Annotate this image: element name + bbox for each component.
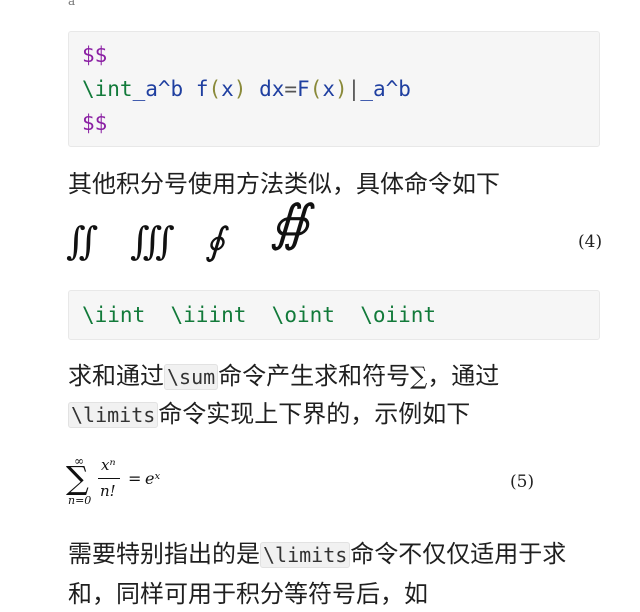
eq5-rhs: eˣ [145, 469, 161, 488]
code-bar: | [347, 77, 361, 101]
code-oint: \oint [271, 303, 335, 327]
code-int-limits: _a^b [132, 77, 184, 101]
code-eval-limits: _a^b [360, 77, 411, 101]
eq5-equals: = [128, 469, 142, 488]
code-equals: = [284, 77, 298, 101]
sum-text-3: ，通过 [427, 362, 500, 390]
double-integral-symbol: ∬ [66, 219, 99, 263]
surface-integral-symbol: ∯ [270, 194, 310, 252]
paragraph-other-integrals: 其他积分号使用方法类似，具体命令如下 [68, 170, 500, 198]
paragraph-note-line1: 需要特别指出的是 \limits 命令不仅仅适用于求 [68, 536, 608, 573]
code-paren-close: ) [233, 77, 247, 101]
code-x-2: x [322, 77, 336, 101]
code-f: f [195, 77, 209, 101]
code-oiint: \oiint [360, 303, 437, 327]
inline-code-limits: \limits [68, 402, 159, 428]
code-line-open: $$ [82, 43, 108, 67]
eq5-denominator: n! [100, 482, 116, 500]
eq5-sum-symbol: ∑ [66, 459, 89, 497]
eq5-numerator: xⁿ [101, 456, 116, 474]
code-iiint: \iiint [170, 303, 247, 327]
note-text-2: 命令不仅仅适用于求 [350, 540, 567, 568]
eq5-lower-limit: n=0 [68, 494, 92, 507]
sum-symbol-inline: ∑ [410, 362, 428, 390]
code-dx: dx [259, 77, 285, 101]
paragraph-sum-line2: \limits 命令实现上下界的，示例如下 [68, 396, 608, 433]
triple-integral-symbol: ∭ [130, 219, 175, 263]
code-iint: \iint [82, 303, 146, 327]
sum-text-4: 命令实现上下界的，示例如下 [158, 400, 471, 428]
code-paren-close-2: ) [335, 77, 348, 101]
code-line-commands: \iint \iiint \oint \oiint [82, 291, 599, 339]
code-F: F [297, 77, 310, 101]
contour-integral-symbol: ∮ [205, 219, 225, 263]
equation-number-4: (4) [578, 232, 603, 252]
code-int-command: \int [82, 77, 133, 101]
code-x: x [221, 77, 234, 101]
inline-code-limits-2: \limits [260, 542, 351, 568]
clipped-math-fragment: a [68, 0, 76, 8]
paragraph-note-line2: 和，同样可用于积分等符号后，如 [68, 580, 428, 608]
equation-number-5: (5) [510, 472, 535, 492]
paragraph-sum-line1: 求和通过 \sum 命令产生求和符号∑，通过 [68, 358, 608, 395]
code-line-integral: \int_a^b f(x) dx=F(x)|_a^b [82, 72, 599, 106]
code-block-integral: $$ \int_a^b f(x) dx=F(x)|_a^b $$ [68, 31, 600, 147]
code-line-close: $$ [82, 111, 108, 135]
code-paren-open: ( [208, 77, 222, 101]
eq5-fraction-bar [98, 478, 120, 479]
sum-text-1: 求和通过 [68, 362, 164, 390]
code-block-integral-commands: \iint \iiint \oint \oiint [68, 290, 600, 340]
code-paren-open-2: ( [309, 77, 323, 101]
note-text-1: 需要特别指出的是 [68, 540, 260, 568]
sum-text-2: 命令产生求和符号 [218, 362, 411, 390]
inline-code-sum: \sum [164, 364, 219, 390]
